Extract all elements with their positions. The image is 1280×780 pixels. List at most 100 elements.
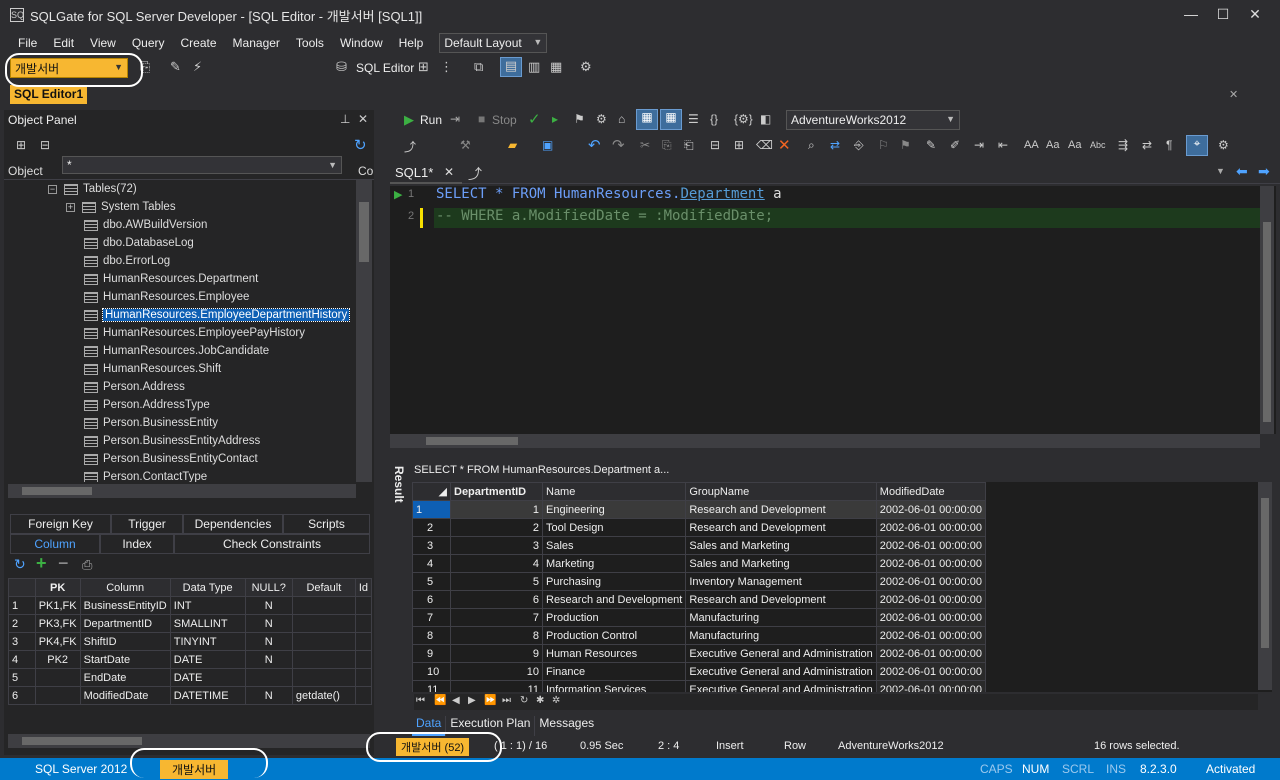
collapse-icon[interactable]: − (48, 184, 57, 194)
menu-create[interactable]: Create (173, 36, 225, 50)
tree-item[interactable]: Person.ContactType (84, 468, 207, 482)
tab-messages[interactable]: Messages (534, 716, 598, 736)
undo-icon[interactable]: ↶ (588, 136, 601, 154)
col-header-default[interactable]: Default (291, 578, 356, 597)
clear-icon[interactable]: ⌫ (756, 138, 773, 152)
col-header-pk[interactable]: PK (34, 578, 81, 597)
table-row[interactable]: 9 9 Human Resources Executive General and A… (412, 644, 986, 663)
tree-item[interactable]: dbo.ErrorLog (84, 252, 170, 270)
tab-trigger[interactable]: Trigger (111, 514, 183, 534)
abc-icon[interactable]: Abc (1090, 140, 1106, 150)
arrow-right-icon[interactable]: ➡ (1258, 163, 1270, 180)
scroll-thumb[interactable] (22, 737, 142, 745)
settings-icon[interactable]: ⚙ (580, 59, 592, 75)
grid-view-icon[interactable]: ▦ (636, 109, 658, 130)
grid-edit-icon[interactable]: ▦ (660, 109, 682, 130)
table-row[interactable]: 2 PK3,FK DepartmentID SMALLINT N (8, 614, 373, 633)
table-row[interactable]: 8 8 Production Control Manufacturing 2002-06… (412, 626, 986, 645)
refresh-icon[interactable]: ↻ (14, 556, 26, 573)
tree-item[interactable]: dbo.AWBuildVersion (84, 216, 207, 234)
close-icon[interactable]: ✕ (1240, 6, 1270, 23)
target-icon[interactable]: ⌖ (1186, 135, 1208, 156)
list-icon[interactable]: ☰ (688, 112, 699, 126)
explain-icon[interactable]: ⚑ (574, 112, 585, 126)
menu-query[interactable]: Query (124, 36, 173, 50)
code-table-link[interactable]: Department (680, 186, 764, 202)
sql-editor[interactable]: ▶ 1 2 SELECT * FROM HumanResources.Depar… (390, 186, 1276, 434)
nav-refresh-icon[interactable]: ↻ (520, 695, 528, 706)
table-row[interactable]: 10 10 Finance Executive General and Adminis… (412, 662, 986, 681)
menu-window[interactable]: Window (332, 36, 391, 50)
tab-sql1[interactable]: SQL1* ✕ (390, 162, 462, 184)
braces-gear-icon[interactable]: {⚙} (734, 112, 753, 126)
menu-file[interactable]: File (10, 36, 45, 50)
expand-icon[interactable]: + (66, 202, 75, 212)
tree-item[interactable]: dbo.DatabaseLog (84, 234, 194, 252)
diagram-icon[interactable]: ⊞ (418, 59, 429, 75)
pilcrow-icon[interactable]: ¶ (1166, 138, 1172, 152)
maximize-icon[interactable]: ☐ (1208, 6, 1238, 23)
save-icon[interactable]: ▣ (542, 138, 553, 152)
scroll-thumb[interactable] (359, 202, 369, 262)
menu-view[interactable]: View (82, 36, 124, 50)
tree-item[interactable]: HumanResources.Department (84, 270, 258, 288)
col-header-name[interactable]: Name (541, 482, 687, 501)
menu-edit[interactable]: Edit (45, 36, 82, 50)
menu-tools[interactable]: Tools (288, 36, 332, 50)
scroll-thumb[interactable] (426, 437, 518, 445)
col-header-modifieddate[interactable]: ModifiedDate (875, 482, 986, 501)
tree-node-tables[interactable]: − Tables(72) (48, 180, 137, 198)
col-header-departmentid[interactable]: DepartmentID (450, 482, 543, 501)
new-icon[interactable]: ⤴ (404, 138, 416, 155)
col-header-column[interactable]: Column (79, 578, 171, 597)
tab-dependencies[interactable]: Dependencies (183, 514, 283, 534)
run-step-icon[interactable]: ⇥ (450, 112, 460, 126)
outdent-icon[interactable]: ⇤ (998, 138, 1008, 152)
goto-icon[interactable]: ⎆ (854, 138, 864, 153)
find-replace-icon[interactable]: ⇄ (830, 138, 840, 152)
scroll-thumb[interactable] (22, 487, 92, 495)
sql-editor-button[interactable]: SQL Editor (356, 61, 414, 75)
connect-icon[interactable]: ✎ (170, 59, 181, 75)
copy-icon[interactable]: ⎘ (662, 138, 672, 153)
lock-icon[interactable]: ⌂ (618, 112, 625, 126)
tree-node-system-tables[interactable]: + System Tables (66, 198, 176, 216)
table-row[interactable]: 2 2 Tool Design Research and Development 200… (412, 518, 986, 537)
table-row[interactable]: 1 PK1,FK BusinessEntityID INT N (8, 596, 373, 615)
capitalize-icon[interactable]: Aa (1068, 139, 1081, 151)
table-row[interactable]: 5 5 Purchasing Inventory Management 2002-06-… (412, 572, 986, 591)
tree-item[interactable]: Person.Address (84, 378, 185, 396)
tree-item-selected[interactable]: HumanResources.EmployeeDepartmentHistory (84, 306, 351, 324)
editor-hscrollbar[interactable] (390, 434, 1260, 448)
lowercase-icon[interactable]: Aa (1046, 139, 1059, 151)
layout-1-icon[interactable]: ▤ (500, 57, 522, 77)
tree-item[interactable]: Person.AddressType (84, 396, 210, 414)
close-icon[interactable]: ✕ (358, 112, 368, 126)
nav-next-icon[interactable]: ▶ (468, 695, 476, 706)
paste-sql-icon[interactable]: ⊟ (710, 138, 720, 152)
tree-item[interactable]: Person.BusinessEntityContact (84, 450, 258, 468)
tab-check-constraints[interactable]: Check Constraints (174, 534, 370, 554)
sql-editor-icon[interactable]: ⛁ (336, 59, 347, 75)
nav-filter-icon[interactable]: ✱ (536, 695, 544, 706)
table-row[interactable]: 4 4 Marketing Sales and Marketing 2002-06-01… (412, 554, 986, 573)
tree-vscrollbar[interactable] (356, 180, 372, 482)
new-tab-icon[interactable]: ⤴ (468, 164, 482, 184)
tree-hscrollbar[interactable] (8, 484, 356, 498)
scroll-thumb[interactable] (1261, 498, 1269, 648)
scroll-thumb[interactable] (1263, 222, 1271, 422)
tab-foreign-key[interactable]: Foreign Key (10, 514, 111, 534)
nav-prev-page-icon[interactable]: ⏪ (434, 695, 446, 706)
expand-all-icon[interactable]: ⊞ (16, 138, 26, 152)
run-button[interactable]: Run (420, 113, 442, 127)
half-square-icon[interactable]: ◧ (760, 112, 771, 126)
arrow-left-icon[interactable]: ⬅ (1236, 163, 1248, 180)
pin-icon[interactable]: ⊥ (340, 112, 350, 126)
compile-icon[interactable]: ⚒ (460, 138, 471, 152)
col-header-groupname[interactable]: GroupName (685, 482, 877, 501)
sql-format-icon[interactable]: ⚙ (1218, 138, 1229, 152)
plug-icon[interactable]: ⚡ (193, 59, 202, 75)
remove-icon[interactable]: − (58, 553, 69, 574)
execute-icon[interactable]: ▸ (552, 112, 558, 126)
doc-tab-sql-editor1[interactable]: SQL Editor1 (10, 85, 88, 104)
